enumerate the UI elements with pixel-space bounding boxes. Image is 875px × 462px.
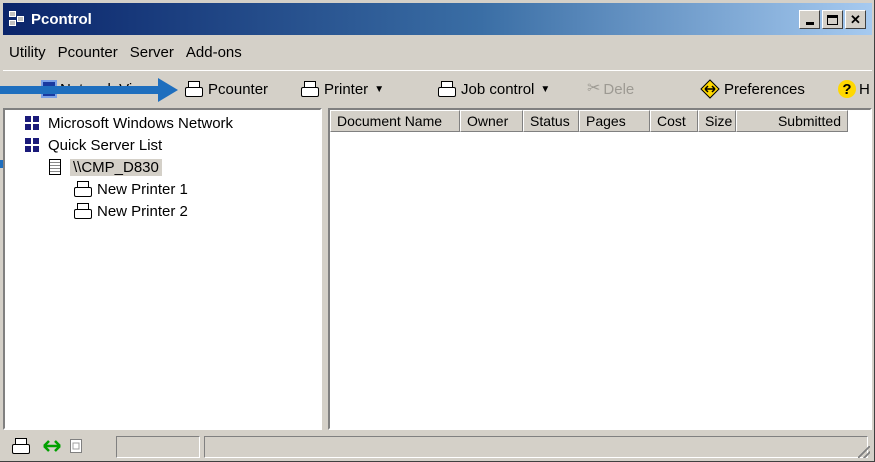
tree-item-new-printer-2[interactable]: New Printer 2 <box>73 200 188 222</box>
job-control-dropdown-button[interactable]: Job control ▼ <box>437 75 550 103</box>
column-submitted[interactable]: Submitted <box>736 110 848 132</box>
delete-button[interactable]: ✂ Dele <box>587 75 634 103</box>
column-cost[interactable]: Cost <box>650 110 698 132</box>
job-list-panel[interactable]: Document Name Owner Status Pages Cost Si… <box>328 108 872 430</box>
network-icon <box>25 138 39 152</box>
menu-add-ons[interactable]: Add-ons <box>180 44 248 61</box>
minimize-button[interactable] <box>799 10 820 29</box>
status-bar <box>3 432 872 460</box>
help-icon: ? <box>838 80 856 98</box>
column-pages[interactable]: Pages <box>579 110 650 132</box>
tree-item-server-cmp-d830[interactable]: \\CMP_D830 <box>49 156 162 178</box>
job-control-label: Job control <box>461 80 535 98</box>
tree-item-new-printer-1[interactable]: New Printer 1 <box>73 178 188 200</box>
network-icon <box>25 116 39 130</box>
chevron-down-icon: ▼ <box>374 83 385 95</box>
help-label: H <box>859 80 870 98</box>
document-icon <box>70 439 82 453</box>
tree-item-label: Microsoft Windows Network <box>48 114 234 132</box>
tree-item-microsoft-windows-network[interactable]: Microsoft Windows Network <box>25 112 233 134</box>
tree-item-label: New Printer 2 <box>97 202 188 220</box>
title-buttons: ✕ <box>797 10 866 29</box>
column-document-name[interactable]: Document Name <box>330 110 460 132</box>
preferences-icon <box>700 79 720 99</box>
printer-pause-icon <box>300 80 320 98</box>
maximize-button[interactable] <box>822 10 843 29</box>
pcounter-button[interactable]: Pcounter <box>184 75 268 103</box>
pcontrol-app-icon <box>9 11 27 27</box>
job-control-icon <box>437 80 457 98</box>
printer-icon <box>184 80 204 98</box>
tree-item-quick-server-list[interactable]: Quick Server List <box>25 134 162 156</box>
preferences-label: Preferences <box>724 80 805 98</box>
preferences-button[interactable]: Preferences <box>700 75 805 103</box>
maximize-icon <box>827 14 838 25</box>
delete-icon: ✂ <box>587 80 601 97</box>
menu-server[interactable]: Server <box>124 44 180 61</box>
minimize-icon <box>805 22 814 25</box>
menu-pcounter[interactable]: Pcounter <box>52 44 124 61</box>
menu-utility[interactable]: Utility <box>3 44 52 61</box>
close-button[interactable]: ✕ <box>845 10 866 29</box>
annotation-arrow-pcounter <box>0 78 178 102</box>
resize-grip-icon[interactable] <box>858 446 870 458</box>
status-panel-1 <box>116 436 200 458</box>
tree-item-label: Quick Server List <box>48 136 163 154</box>
column-status[interactable]: Status <box>523 110 579 132</box>
server-tree-panel[interactable]: Microsoft Windows Network Quick Server L… <box>3 108 322 430</box>
pcontrol-window: Pcontrol ✕ Utility Pcounter Server Add-o… <box>0 0 875 462</box>
pcounter-label: Pcounter <box>208 80 269 98</box>
printer-dropdown-button[interactable]: Printer ▼ <box>300 75 384 103</box>
column-size[interactable]: Size <box>698 110 736 132</box>
close-icon: ✕ <box>850 12 861 27</box>
printer-label: Printer <box>324 80 369 98</box>
job-list-header: Document Name Owner Status Pages Cost Si… <box>330 110 848 132</box>
server-icon <box>49 159 61 175</box>
help-button[interactable]: ? H <box>838 75 870 103</box>
delete-label: Dele <box>603 80 635 98</box>
printer-status-icon <box>11 437 31 455</box>
status-panel-2 <box>204 436 868 458</box>
window-title: Pcontrol <box>31 10 92 28</box>
printer-icon <box>73 202 93 220</box>
printer-icon <box>73 180 93 198</box>
title-bar[interactable]: Pcontrol ✕ <box>3 3 872 35</box>
connection-icon <box>43 440 61 452</box>
chevron-down-icon: ▼ <box>540 83 551 95</box>
tree-item-label: \\CMP_D830 <box>70 158 162 176</box>
menu-bar: Utility Pcounter Server Add-ons <box>3 38 248 66</box>
column-owner[interactable]: Owner <box>460 110 523 132</box>
tree-item-label: New Printer 1 <box>97 180 188 198</box>
status-icons <box>3 437 111 455</box>
